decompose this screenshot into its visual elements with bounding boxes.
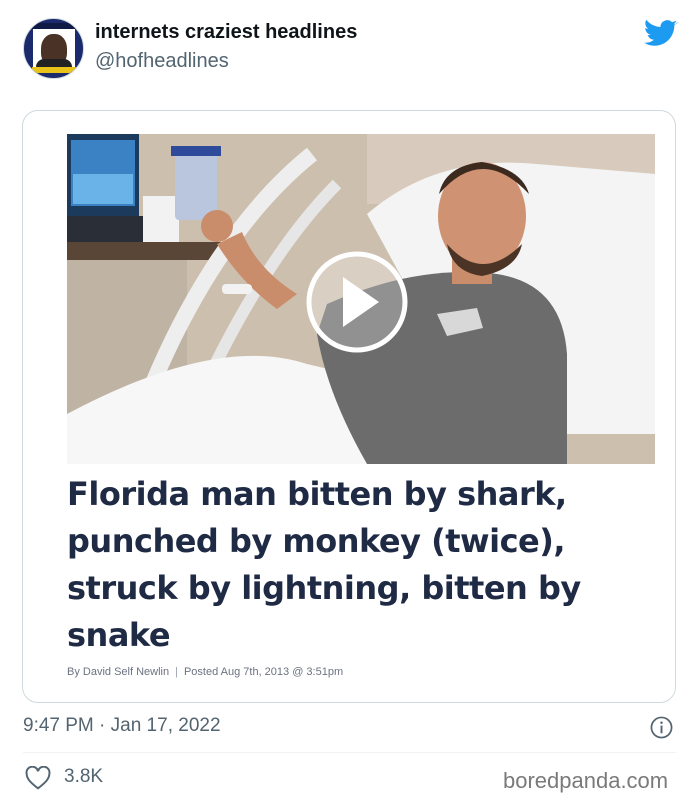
divider xyxy=(23,752,676,753)
tweet-timestamp[interactable]: 9:47 PM · Jan 17, 2022 xyxy=(23,715,221,737)
article-video-thumbnail[interactable] xyxy=(67,134,655,464)
article-headline[interactable]: Florida man bitten by shark, punched by … xyxy=(67,471,655,659)
byline-author: By David Self Newlin xyxy=(67,666,170,678)
user-handle[interactable]: @hofheadlines xyxy=(95,50,229,73)
twitter-bird-icon[interactable] xyxy=(644,19,678,49)
like-count[interactable]: 3.8K xyxy=(64,766,103,788)
display-name[interactable]: internets craziest headlines xyxy=(95,21,357,44)
avatar-banner xyxy=(32,67,76,73)
heart-icon[interactable] xyxy=(25,766,51,790)
avatar[interactable] xyxy=(23,18,84,79)
article-card[interactable]: Florida man bitten by shark, punched by … xyxy=(22,110,676,703)
watermark: boredpanda.com xyxy=(503,768,669,793)
byline-posted-date: Posted Aug 7th, 2013 @ 3:51pm xyxy=(183,666,344,678)
info-icon[interactable] xyxy=(650,716,673,739)
hospital-scene-illustration xyxy=(67,134,655,464)
article-byline: By David Self Newlin | Posted Aug 7th, 201… xyxy=(67,666,343,678)
byline-separator: | xyxy=(175,666,178,678)
